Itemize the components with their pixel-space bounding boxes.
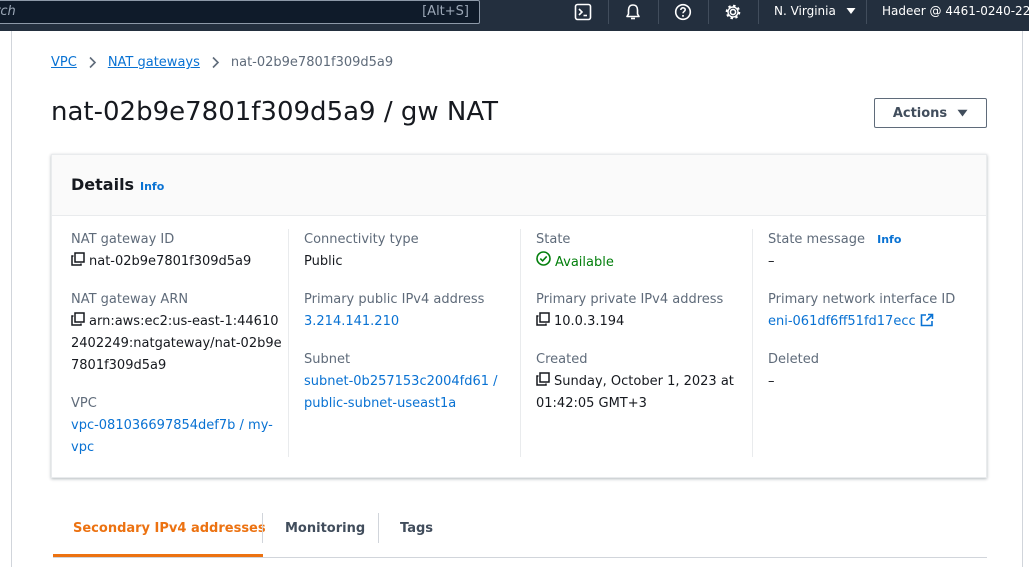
breadcrumb-nat-gateways[interactable]: NAT gateways	[108, 55, 200, 70]
field-deleted: Deleted –	[768, 349, 982, 393]
field-primary-network-interface: Primary network interface ID eni-061df6f…	[768, 289, 982, 333]
field-value: 10.0.3.194	[536, 311, 750, 333]
page-frame-right	[1022, 31, 1023, 567]
breadcrumb-vpc[interactable]: VPC	[51, 55, 77, 70]
copy-icon[interactable]	[71, 252, 85, 266]
field-value: nat-02b9e7801f309d5a9	[71, 251, 285, 273]
field-state-message: State message Info –	[768, 229, 982, 273]
field-label: State	[536, 232, 571, 247]
column-divider	[288, 229, 289, 457]
column-divider	[520, 229, 521, 457]
copy-icon[interactable]	[536, 312, 550, 326]
public-ip-link[interactable]: 3.214.141.210	[304, 311, 518, 333]
nav-divider	[658, 0, 659, 24]
deleted-value: –	[768, 374, 775, 389]
external-link-icon	[920, 313, 934, 327]
field-primary-public-ipv4: Primary public IPv4 address 3.214.141.21…	[304, 289, 518, 333]
field-state: State Available	[536, 229, 750, 274]
nat-gateway-arn-value: arn:aws:ec2:us-east-1:446102402249:natga…	[71, 314, 282, 373]
column-divider	[752, 229, 753, 457]
field-nat-gateway-id: NAT gateway ID nat-02b9e7801f309d5a9	[71, 229, 285, 273]
state-value: Available	[555, 254, 614, 270]
field-label: VPC	[71, 396, 97, 411]
nav-divider	[758, 0, 759, 24]
field-subnet: Subnet subnet-0b257153c2004fd61 / public…	[304, 349, 518, 415]
field-connectivity-type: Connectivity type Public	[304, 229, 518, 273]
copy-icon[interactable]	[536, 372, 550, 386]
field-label: Primary public IPv4 address	[304, 292, 485, 307]
page-frame-left	[11, 31, 12, 567]
field-label: NAT gateway ARN	[71, 292, 189, 307]
connectivity-type-value: Public	[304, 254, 343, 269]
field-label: Created	[536, 352, 588, 367]
field-label: Deleted	[768, 352, 819, 367]
bell-icon[interactable]	[623, 2, 643, 22]
nav-divider	[866, 0, 867, 24]
field-label: Connectivity type	[304, 232, 419, 247]
search-shortcut-hint: [Alt+S]	[422, 4, 469, 19]
vpc-link[interactable]: vpc-081036697854def7b / my-vpc	[71, 415, 285, 459]
breadcrumb-current: nat-02b9e7801f309d5a9	[230, 55, 394, 70]
field-label: State message Info	[768, 229, 982, 251]
check-circle-icon	[536, 251, 551, 274]
tab-tags[interactable]: Tags	[400, 511, 433, 546]
caret-down-icon	[957, 106, 968, 121]
field-value: Sunday, October 1, 2023 at 01:42:05 GMT+…	[536, 371, 750, 415]
gear-icon[interactable]	[723, 2, 743, 22]
field-label: NAT gateway ID	[71, 232, 175, 247]
nav-divider	[708, 0, 709, 24]
field-label: Primary private IPv4 address	[536, 292, 724, 307]
detail-tabs: Secondary IPv4 addresses Monitoring Tags	[53, 511, 987, 558]
details-title: Details	[71, 175, 135, 194]
region-selector[interactable]: N. Virginia	[774, 4, 856, 18]
nat-gateway-id-value: nat-02b9e7801f309d5a9	[89, 254, 252, 269]
chevron-right-icon	[211, 56, 220, 69]
subnet-link[interactable]: subnet-0b257153c2004fd61 / public-subnet…	[304, 371, 518, 415]
field-created: Created Sunday, October 1, 2023 at 01:42…	[536, 349, 750, 415]
field-vpc: VPC vpc-081036697854def7b / my-vpc	[71, 393, 285, 459]
tab-divider	[378, 513, 379, 543]
state-message-value: –	[768, 254, 775, 269]
search-input[interactable]: rch [Alt+S]	[0, 0, 480, 24]
actions-label: Actions	[892, 105, 948, 121]
tab-divider	[262, 513, 263, 543]
actions-button[interactable]: Actions	[874, 98, 987, 128]
tab-monitoring[interactable]: Monitoring	[285, 511, 365, 546]
caret-down-icon	[846, 4, 856, 18]
state-status: Available	[536, 251, 614, 274]
details-header: Details Info	[52, 155, 986, 216]
created-value: Sunday, October 1, 2023 at 01:42:05 GMT+…	[536, 374, 734, 411]
search-text: rch	[0, 4, 16, 19]
details-info-link[interactable]: Info	[140, 180, 164, 193]
cloudshell-icon[interactable]	[573, 2, 593, 22]
account-menu[interactable]: Hadeer @ 4461-0240-2249	[882, 4, 1029, 18]
state-message-info-link[interactable]: Info	[877, 233, 901, 246]
details-panel: Details Info NAT gateway ID nat-02b9e780…	[51, 154, 987, 478]
field-label: Primary network interface ID	[768, 292, 956, 307]
region-label: N. Virginia	[774, 4, 836, 18]
breadcrumb: VPC NAT gateways nat-02b9e7801f309d5a9	[51, 55, 393, 70]
top-navigation-bar: rch [Alt+S] N. Virginia Hadeer @ 4461-02…	[0, 0, 1029, 31]
field-primary-private-ipv4: Primary private IPv4 address 10.0.3.194	[536, 289, 750, 333]
tab-secondary-ipv4-addresses[interactable]: Secondary IPv4 addresses	[73, 511, 266, 546]
field-value: arn:aws:ec2:us-east-1:446102402249:natga…	[71, 311, 285, 377]
chevron-right-icon	[88, 56, 97, 69]
network-interface-value: eni-061df6ff51fd17ecc	[768, 314, 916, 329]
network-interface-link[interactable]: eni-061df6ff51fd17ecc	[768, 311, 982, 333]
active-tab-indicator	[53, 554, 263, 557]
page-title: nat-02b9e7801f309d5a9 / gw NAT	[51, 97, 499, 127]
nav-divider	[608, 0, 609, 24]
copy-icon[interactable]	[71, 312, 85, 326]
field-nat-gateway-arn: NAT gateway ARN arn:aws:ec2:us-east-1:44…	[71, 289, 285, 377]
state-message-label: State message	[768, 232, 865, 247]
private-ip-value: 10.0.3.194	[554, 314, 625, 329]
help-icon[interactable]	[673, 2, 693, 22]
field-label: Subnet	[304, 352, 351, 367]
